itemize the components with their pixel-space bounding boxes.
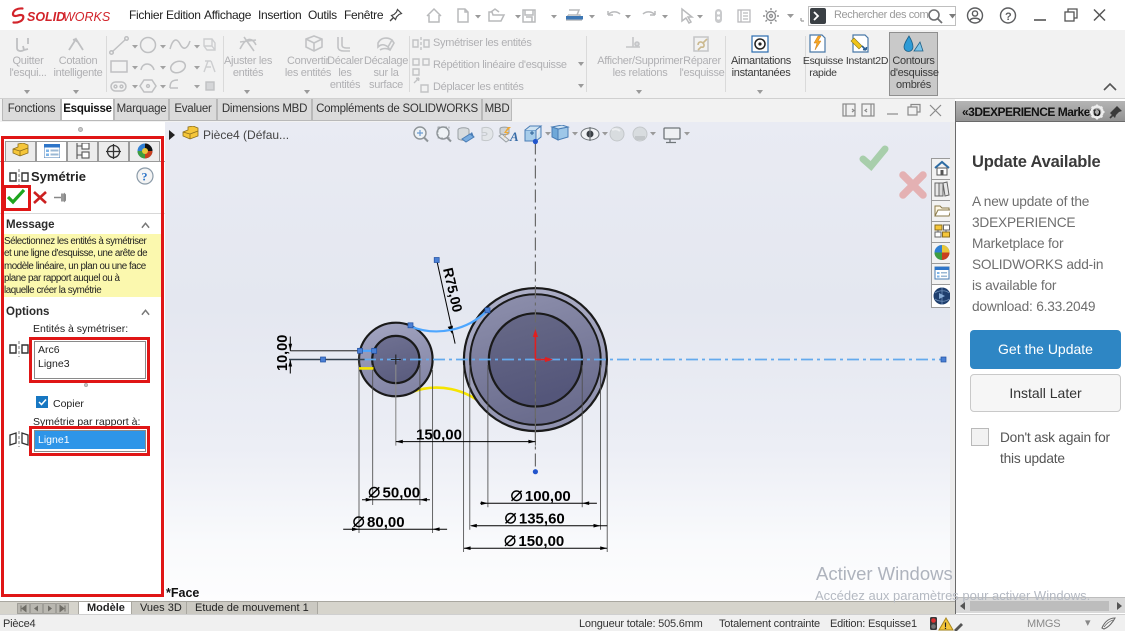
svg-text:150,00: 150,00 xyxy=(416,427,462,444)
svg-text:⌀150,00: ⌀ 150,00 xyxy=(504,528,565,551)
svg-text:⌀50,00: ⌀ 50,00 xyxy=(368,480,420,503)
svg-text:⌀100,00: ⌀ 100,00 xyxy=(510,483,571,506)
svg-text:SOLID: SOLID xyxy=(27,10,65,24)
svg-text:⌀135,60: ⌀ 135,60 xyxy=(504,506,565,529)
svg-text:!: ! xyxy=(944,621,947,631)
svg-text:10,00: 10,00 xyxy=(275,335,291,371)
svg-text:⌀80,00: ⌀ 80,00 xyxy=(352,509,404,532)
svg-text:WORKS: WORKS xyxy=(63,10,110,24)
svg-text:?: ? xyxy=(1005,11,1012,23)
svg-text:R75,00: R75,00 xyxy=(440,266,466,314)
